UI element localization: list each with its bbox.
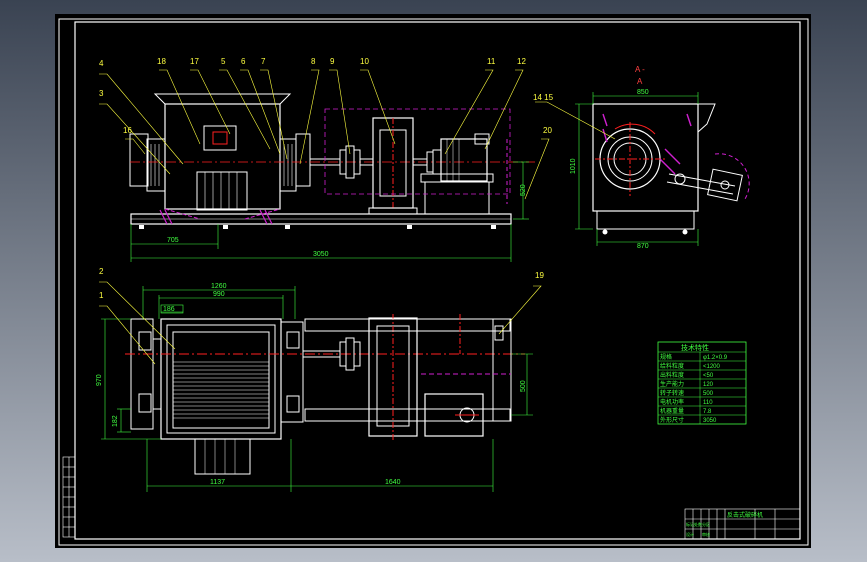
title-block-label: 处数	[694, 521, 702, 527]
dim-500: 500	[520, 380, 527, 392]
title-block-label: 标记	[686, 521, 694, 527]
plan-dimensions	[101, 286, 533, 492]
spec-label: 机器重量	[660, 407, 684, 415]
part-label-16: 16	[123, 126, 132, 135]
drawing-sheet: 4 3 16 18 17 5 6 7 8 9 10 11 12 20 14 15…	[58, 18, 809, 546]
plan-view	[125, 314, 525, 475]
spec-label: 规格	[660, 353, 672, 361]
spec-value: <50	[703, 373, 714, 379]
part-label-12: 12	[517, 57, 526, 66]
left-strip	[62, 456, 76, 538]
part-label-7: 7	[261, 57, 266, 66]
part-label-19: 19	[535, 271, 544, 280]
dim-1010: 1010	[570, 158, 577, 174]
part-label-14-15: 14 15	[533, 93, 554, 102]
spec-label: 外形尺寸	[660, 416, 684, 424]
spec-value: 500	[703, 391, 714, 397]
title-block-label: 设计	[686, 531, 694, 537]
dim-850: 850	[637, 89, 649, 96]
section-label-bottom: A	[637, 77, 643, 86]
part-label-18: 18	[157, 57, 166, 66]
leader-lines	[99, 69, 616, 365]
spec-label: 电机功率	[660, 398, 684, 406]
outer-border	[58, 18, 809, 546]
dim-520: 520	[520, 184, 527, 196]
title-block-label: 审核	[702, 531, 710, 537]
dim-990: 990	[213, 291, 225, 298]
part-label-11: 11	[487, 57, 496, 66]
dim-705: 705	[167, 237, 179, 244]
dim-186: 186	[163, 306, 175, 313]
spec-value: <1200	[703, 364, 721, 370]
spec-value: 3050	[703, 418, 717, 424]
part-label-3: 3	[99, 89, 104, 98]
spec-value: 7.8	[703, 409, 712, 415]
dim-970: 970	[96, 374, 103, 386]
dim-1137: 1137	[210, 479, 225, 486]
front-view	[129, 93, 535, 229]
spec-table-title: 技术特性	[681, 343, 709, 352]
part-label-10: 10	[360, 57, 369, 66]
dim-870: 870	[637, 243, 649, 250]
title-block-label: 分区	[702, 521, 710, 527]
part-label-5: 5	[221, 57, 226, 66]
title-block-drawing-title: 反击式破碎机	[727, 511, 763, 519]
inner-border	[74, 21, 801, 540]
spec-label: 生产能力	[660, 380, 684, 388]
spec-label: 转子转速	[660, 389, 684, 397]
dim-182: 182	[112, 415, 119, 427]
spec-value: 120	[703, 382, 714, 388]
dim-1640: 1640	[385, 479, 401, 486]
part-label-9: 9	[330, 57, 335, 66]
part-label-17: 17	[190, 57, 199, 66]
section-view	[592, 103, 750, 235]
section-label-top: A -	[635, 65, 645, 74]
part-label-6: 6	[241, 57, 246, 66]
part-label-2: 2	[99, 267, 104, 276]
spec-value: φ1.2×0.9	[703, 355, 728, 361]
part-label-1: 1	[99, 291, 104, 300]
part-label-8: 8	[311, 57, 316, 66]
part-label-20: 20	[543, 126, 552, 135]
spec-label: 给料粒度	[660, 362, 684, 370]
part-label-4: 4	[99, 59, 104, 68]
spec-table: 技术特性 规格 φ1.2×0.9 给料粒度 <1200 出料粒度 <50 生产能…	[657, 341, 747, 425]
spec-value: 110	[703, 400, 713, 406]
dim-1260: 1260	[211, 283, 227, 290]
dim-3050: 3050	[313, 251, 329, 258]
front-dimensions	[130, 161, 529, 262]
spec-label: 出料粒度	[660, 371, 684, 379]
cad-viewport: 4 3 16 18 17 5 6 7 8 9 10 11 12 20 14 15…	[55, 14, 811, 548]
